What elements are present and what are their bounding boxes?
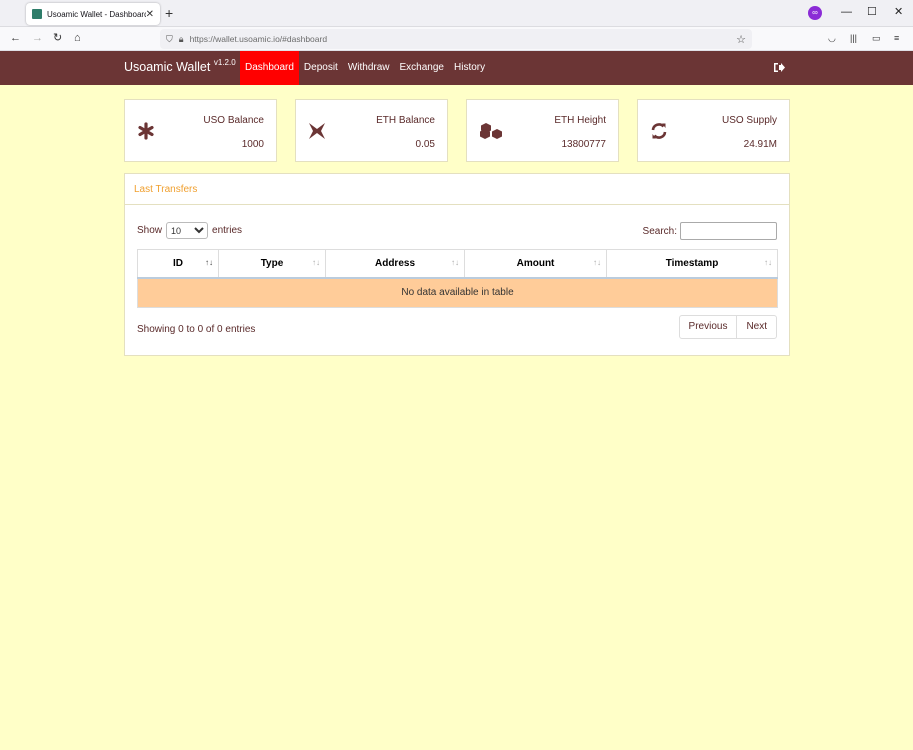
column-label: Timestamp bbox=[665, 257, 719, 269]
column-header-timestamp[interactable]: Timestamp ↑↓ bbox=[606, 249, 778, 279]
menu-item-dashboard[interactable]: Dashboard bbox=[240, 51, 299, 85]
show-label: Show bbox=[137, 225, 163, 236]
eth-height-card: ETH Height 13800777 bbox=[466, 99, 619, 162]
menu-item-withdraw[interactable]: Withdraw bbox=[343, 51, 395, 85]
empty-table-message: No data available in table bbox=[137, 277, 778, 308]
page-length-select[interactable]: 10 bbox=[166, 222, 209, 239]
card-label: USO Balance bbox=[203, 115, 264, 126]
eth-balance-card: ETH Balance 0.05 bbox=[295, 99, 448, 162]
app-version: v1.2.0 bbox=[213, 58, 236, 67]
asterisk-icon bbox=[137, 122, 155, 140]
search-label: Search: bbox=[642, 225, 677, 237]
search-input[interactable] bbox=[680, 222, 777, 240]
reload-button[interactable]: ↻ bbox=[53, 31, 62, 45]
column-header-type[interactable]: Type ↑↓ bbox=[218, 249, 326, 279]
column-label: ID bbox=[173, 257, 183, 269]
close-tab-icon[interactable]: ✕ bbox=[146, 9, 154, 20]
column-header-address[interactable]: Address ↑↓ bbox=[325, 249, 465, 279]
card-value: 1000 bbox=[241, 139, 264, 150]
panel-title: Last Transfers bbox=[125, 174, 789, 205]
uso-balance-card: USO Balance 1000 bbox=[124, 99, 277, 162]
account-icon[interactable]: ∞ bbox=[808, 6, 822, 20]
browser-tabstrip: Usoamic Wallet - Dashboard ✕ + ∞ — ☐ ✕ bbox=[0, 0, 913, 27]
menu-item-history[interactable]: History bbox=[449, 51, 490, 85]
logout-icon[interactable] bbox=[773, 62, 785, 76]
pocket-icon[interactable]: ◡ bbox=[828, 33, 836, 44]
sidebar-icon[interactable]: ▭ bbox=[872, 33, 881, 44]
column-label: Address bbox=[374, 257, 415, 269]
url-text[interactable]: https://wallet.usoamic.io/#dashboard bbox=[190, 34, 737, 44]
page-length-control: Show 10 entries bbox=[137, 222, 242, 239]
last-transfers-panel: Last Transfers Show 10 entries Search: I… bbox=[124, 173, 790, 356]
maximize-window-button[interactable]: ☐ bbox=[867, 5, 877, 19]
card-value: 24.91M bbox=[743, 139, 777, 150]
column-label: Type bbox=[260, 257, 284, 269]
entries-label: entries bbox=[212, 225, 243, 236]
minimize-window-button[interactable]: — bbox=[841, 5, 852, 19]
brand-name: Usoamic Wallet bbox=[124, 60, 211, 74]
bookmark-star-icon[interactable]: ☆ bbox=[736, 33, 746, 46]
transfers-table: ID ↑↓ Type ↑↓ Address ↑↓ Amount ↑↓ Timestamp… bbox=[137, 249, 778, 308]
shield-icon[interactable]: ⛉ bbox=[166, 34, 173, 45]
table-search: Search: bbox=[643, 222, 777, 240]
card-label: USO Supply bbox=[721, 115, 777, 126]
main-menu: Dashboard Deposit Withdraw Exchange Hist… bbox=[240, 51, 490, 85]
library-icon[interactable]: ||| bbox=[850, 33, 857, 43]
sort-icon: ↑↓ bbox=[593, 258, 601, 267]
back-button[interactable]: ← bbox=[10, 31, 21, 45]
column-header-amount[interactable]: Amount ↑↓ bbox=[464, 249, 607, 279]
pagination: Previous Next bbox=[678, 315, 777, 339]
card-label: ETH Height bbox=[554, 115, 606, 126]
ethereum-icon bbox=[308, 122, 326, 140]
browser-tab[interactable]: Usoamic Wallet - Dashboard ✕ bbox=[26, 3, 160, 25]
card-value: 0.05 bbox=[415, 139, 435, 150]
table-info: Showing 0 to 0 of 0 entries bbox=[137, 324, 256, 335]
next-page-button[interactable]: Next bbox=[736, 316, 776, 338]
previous-page-button[interactable]: Previous bbox=[680, 316, 737, 338]
menu-item-exchange[interactable]: Exchange bbox=[395, 51, 449, 85]
address-bar[interactable]: ⛉ 🔒︎ https://wallet.usoamic.io/#dashboar… bbox=[160, 29, 752, 49]
sort-icon: ↑↓ bbox=[312, 258, 320, 267]
menu-item-deposit[interactable]: Deposit bbox=[299, 51, 343, 85]
uso-supply-card: USO Supply 24.91M bbox=[637, 99, 790, 162]
cubes-icon bbox=[479, 122, 503, 140]
tab-title: Usoamic Wallet - Dashboard bbox=[47, 9, 146, 19]
forward-button[interactable]: → bbox=[32, 31, 43, 45]
close-window-button[interactable]: ✕ bbox=[894, 5, 903, 19]
new-tab-button[interactable]: + bbox=[165, 5, 173, 21]
sort-icon: ↑↓ bbox=[764, 258, 772, 267]
column-label: Amount bbox=[516, 257, 555, 269]
sort-icon: ↑↓ bbox=[451, 258, 459, 267]
brand[interactable]: Usoamic Wallet v1.2.0 bbox=[124, 58, 236, 74]
table-header-row: ID ↑↓ Type ↑↓ Address ↑↓ Amount ↑↓ Timestamp… bbox=[137, 249, 778, 279]
sort-icon: ↑↓ bbox=[205, 258, 213, 267]
card-value: 13800777 bbox=[561, 139, 607, 150]
refresh-icon bbox=[650, 122, 668, 140]
card-label: ETH Balance bbox=[376, 115, 435, 126]
home-button[interactable]: ⌂ bbox=[74, 31, 81, 45]
app-navbar: Usoamic Wallet v1.2.0 Dashboard Deposit … bbox=[0, 51, 913, 85]
lock-icon[interactable]: 🔒︎ bbox=[179, 34, 184, 45]
menu-icon[interactable]: ≡ bbox=[894, 33, 899, 43]
site-favicon-icon bbox=[32, 9, 42, 19]
browser-toolbar: ← → ↻ ⌂ ⛉ 🔒︎ https://wallet.usoamic.io/#… bbox=[0, 27, 913, 51]
column-header-id[interactable]: ID ↑↓ bbox=[137, 249, 219, 279]
table-row: No data available in table bbox=[137, 277, 778, 308]
